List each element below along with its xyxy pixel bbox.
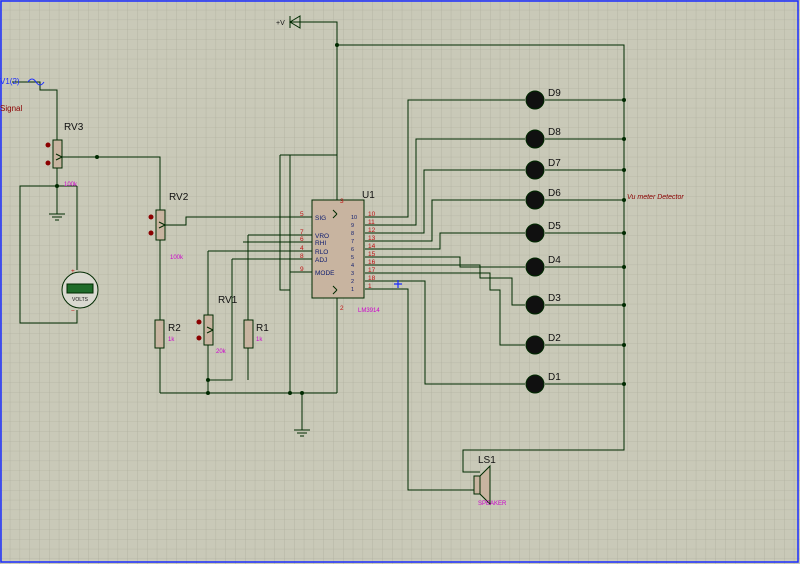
u1-pin-number: 6 bbox=[300, 236, 304, 243]
led-body bbox=[525, 295, 545, 315]
led-body bbox=[525, 190, 545, 210]
led-label: D9 bbox=[548, 88, 561, 99]
u1-output-pin-number: 11 bbox=[368, 219, 375, 226]
rv3-ref: RV3 bbox=[64, 122, 84, 133]
r1-ref: R1 bbox=[256, 323, 269, 334]
u1-pin-number: 7 bbox=[300, 229, 304, 236]
u1-inner-pin-number: 7 bbox=[351, 239, 354, 245]
u1-inner-pin-number: 9 bbox=[351, 223, 354, 229]
u1-output-pin-number: 10 bbox=[368, 211, 376, 218]
u1-pin-name: ADJ bbox=[315, 257, 327, 264]
voltmeter-display bbox=[66, 283, 94, 294]
u1-output-pin-number: 14 bbox=[368, 243, 376, 250]
u1-pin-number: 8 bbox=[300, 253, 304, 260]
u1-pin-number: 9 bbox=[300, 266, 304, 273]
u1-inner-pin-number: 1 bbox=[351, 287, 354, 293]
u1-inner-pin-number: 6 bbox=[351, 247, 354, 253]
vu-meter-label: Vu meter Detector bbox=[627, 194, 684, 201]
led-label: D6 bbox=[548, 188, 561, 199]
rv2-ref: RV2 bbox=[169, 192, 189, 203]
u1-part: LM3914 bbox=[358, 308, 380, 314]
rv3-value: 100k bbox=[64, 182, 78, 188]
led-body bbox=[525, 374, 545, 394]
u1-inner-pin-number: 4 bbox=[351, 263, 354, 269]
rv2-value: 100k bbox=[170, 255, 184, 261]
led-body bbox=[525, 160, 545, 180]
ls1-ref: LS1 bbox=[478, 455, 496, 466]
led-label: D8 bbox=[548, 127, 561, 138]
u1-output-pin-number: 15 bbox=[368, 251, 376, 258]
u1-inner-pin-number: 5 bbox=[351, 255, 354, 261]
u1-pin-name: SIG bbox=[315, 215, 326, 222]
r2-value: 1k bbox=[168, 337, 175, 343]
source-label: V1(2) bbox=[0, 77, 20, 86]
led-body bbox=[525, 90, 545, 110]
rv1-value: 20k bbox=[216, 349, 227, 355]
u1-bottom-pin: 2 bbox=[340, 305, 344, 312]
u1-output-pin-number: 1 bbox=[368, 283, 372, 290]
svg-text:+V: +V bbox=[276, 20, 285, 27]
led-label: D4 bbox=[548, 255, 561, 266]
u1-inner-pin-number: 10 bbox=[351, 215, 357, 221]
voltmeter-plus: + bbox=[71, 268, 75, 275]
led-body bbox=[525, 129, 545, 149]
u1-inner-pin-number: 3 bbox=[351, 271, 354, 277]
u1-pin-name: VRO bbox=[315, 233, 329, 240]
u1-inner-pin-number: 8 bbox=[351, 231, 354, 237]
u1-output-pin-number: 18 bbox=[368, 275, 376, 282]
grid-background bbox=[0, 0, 800, 564]
r1-value: 1k bbox=[256, 337, 263, 343]
r2-ref: R2 bbox=[168, 323, 181, 334]
u1-inner-pin-number: 2 bbox=[351, 279, 354, 285]
u1-top-pin: 3 bbox=[340, 198, 344, 205]
voltmeter-minus: − bbox=[71, 308, 75, 315]
led-body bbox=[525, 223, 545, 243]
led-label: D1 bbox=[548, 372, 561, 383]
u1-pin-number: 5 bbox=[300, 211, 304, 218]
u1-ref: U1 bbox=[362, 190, 375, 201]
led-label: D2 bbox=[548, 333, 561, 344]
voltmeter-unit: VOLTS bbox=[72, 297, 89, 303]
ls1-part: SPEAKER bbox=[478, 501, 507, 507]
u1-output-pin-number: 13 bbox=[368, 235, 376, 242]
led-body bbox=[525, 335, 545, 355]
u1-output-pin-number: 16 bbox=[368, 259, 376, 266]
u1-pin-name: RLO bbox=[315, 249, 328, 256]
led-label: D3 bbox=[548, 293, 561, 304]
led-label: D5 bbox=[548, 221, 561, 232]
led-label: D7 bbox=[548, 158, 561, 169]
schematic-canvas[interactable]: +V V1(2) Signal RV3 100k VOLTS + − RV2 1… bbox=[0, 0, 800, 564]
u1-pin-number: 4 bbox=[300, 245, 304, 252]
u1-output-pin-number: 17 bbox=[368, 267, 376, 274]
signal-label: Signal bbox=[0, 104, 22, 113]
u1-pin-name: MODE bbox=[315, 270, 335, 277]
u1-pin-name: RHI bbox=[315, 240, 326, 247]
u1-output-pin-number: 12 bbox=[368, 227, 376, 234]
led-body bbox=[525, 257, 545, 277]
rv1-ref: RV1 bbox=[218, 295, 238, 306]
